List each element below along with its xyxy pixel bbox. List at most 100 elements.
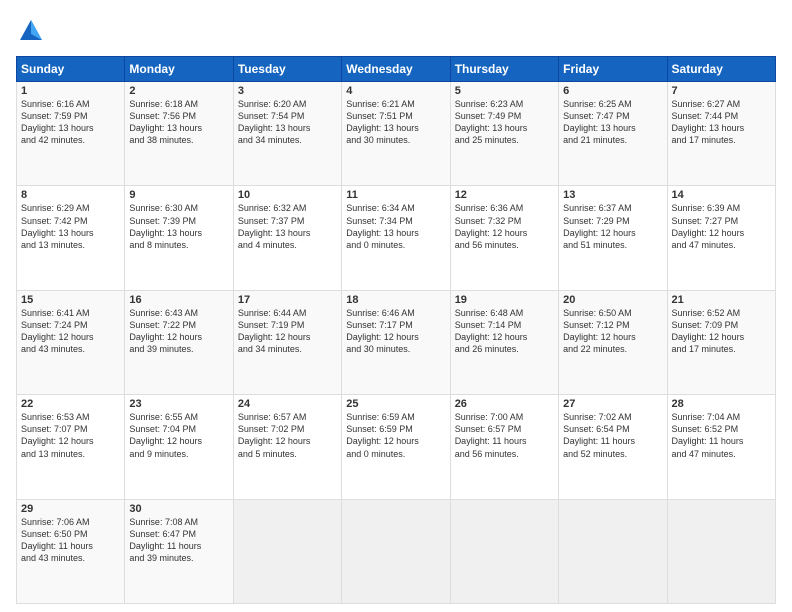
calendar-day-cell: 25Sunrise: 6:59 AM Sunset: 6:59 PM Dayli… bbox=[342, 395, 450, 499]
calendar-day-cell: 26Sunrise: 7:00 AM Sunset: 6:57 PM Dayli… bbox=[450, 395, 558, 499]
calendar-day-cell: 12Sunrise: 6:36 AM Sunset: 7:32 PM Dayli… bbox=[450, 186, 558, 290]
day-info: Sunrise: 6:53 AM Sunset: 7:07 PM Dayligh… bbox=[21, 411, 120, 460]
calendar-day-cell: 24Sunrise: 6:57 AM Sunset: 7:02 PM Dayli… bbox=[233, 395, 341, 499]
day-number: 30 bbox=[129, 503, 228, 515]
day-number: 3 bbox=[238, 85, 337, 97]
day-info: Sunrise: 6:55 AM Sunset: 7:04 PM Dayligh… bbox=[129, 411, 228, 460]
day-number: 29 bbox=[21, 503, 120, 515]
day-number: 20 bbox=[563, 294, 662, 306]
day-info: Sunrise: 6:30 AM Sunset: 7:39 PM Dayligh… bbox=[129, 202, 228, 251]
day-info: Sunrise: 7:04 AM Sunset: 6:52 PM Dayligh… bbox=[672, 411, 771, 460]
day-info: Sunrise: 6:34 AM Sunset: 7:34 PM Dayligh… bbox=[346, 202, 445, 251]
calendar-day-cell bbox=[559, 499, 667, 603]
day-info: Sunrise: 6:57 AM Sunset: 7:02 PM Dayligh… bbox=[238, 411, 337, 460]
day-number: 26 bbox=[455, 398, 554, 410]
day-number: 14 bbox=[672, 189, 771, 201]
calendar-day-cell: 20Sunrise: 6:50 AM Sunset: 7:12 PM Dayli… bbox=[559, 290, 667, 394]
day-info: Sunrise: 7:08 AM Sunset: 6:47 PM Dayligh… bbox=[129, 516, 228, 565]
day-info: Sunrise: 6:37 AM Sunset: 7:29 PM Dayligh… bbox=[563, 202, 662, 251]
calendar-day-cell bbox=[342, 499, 450, 603]
day-number: 22 bbox=[21, 398, 120, 410]
day-number: 7 bbox=[672, 85, 771, 97]
day-info: Sunrise: 6:59 AM Sunset: 6:59 PM Dayligh… bbox=[346, 411, 445, 460]
page: SundayMondayTuesdayWednesdayThursdayFrid… bbox=[0, 0, 792, 612]
calendar-day-cell: 8Sunrise: 6:29 AM Sunset: 7:42 PM Daylig… bbox=[17, 186, 125, 290]
day-number: 28 bbox=[672, 398, 771, 410]
calendar-day-cell: 13Sunrise: 6:37 AM Sunset: 7:29 PM Dayli… bbox=[559, 186, 667, 290]
calendar-header-sunday: Sunday bbox=[17, 57, 125, 82]
day-info: Sunrise: 6:52 AM Sunset: 7:09 PM Dayligh… bbox=[672, 307, 771, 356]
calendar-day-cell: 5Sunrise: 6:23 AM Sunset: 7:49 PM Daylig… bbox=[450, 82, 558, 186]
day-info: Sunrise: 6:41 AM Sunset: 7:24 PM Dayligh… bbox=[21, 307, 120, 356]
calendar-week-row: 15Sunrise: 6:41 AM Sunset: 7:24 PM Dayli… bbox=[17, 290, 776, 394]
calendar-day-cell: 17Sunrise: 6:44 AM Sunset: 7:19 PM Dayli… bbox=[233, 290, 341, 394]
day-number: 17 bbox=[238, 294, 337, 306]
day-info: Sunrise: 6:25 AM Sunset: 7:47 PM Dayligh… bbox=[563, 98, 662, 147]
day-number: 4 bbox=[346, 85, 445, 97]
calendar-day-cell: 2Sunrise: 6:18 AM Sunset: 7:56 PM Daylig… bbox=[125, 82, 233, 186]
day-info: Sunrise: 6:46 AM Sunset: 7:17 PM Dayligh… bbox=[346, 307, 445, 356]
day-info: Sunrise: 6:36 AM Sunset: 7:32 PM Dayligh… bbox=[455, 202, 554, 251]
calendar-day-cell: 6Sunrise: 6:25 AM Sunset: 7:47 PM Daylig… bbox=[559, 82, 667, 186]
calendar-day-cell: 23Sunrise: 6:55 AM Sunset: 7:04 PM Dayli… bbox=[125, 395, 233, 499]
calendar-week-row: 8Sunrise: 6:29 AM Sunset: 7:42 PM Daylig… bbox=[17, 186, 776, 290]
calendar-day-cell: 15Sunrise: 6:41 AM Sunset: 7:24 PM Dayli… bbox=[17, 290, 125, 394]
calendar-header-thursday: Thursday bbox=[450, 57, 558, 82]
day-number: 18 bbox=[346, 294, 445, 306]
day-number: 27 bbox=[563, 398, 662, 410]
day-info: Sunrise: 6:50 AM Sunset: 7:12 PM Dayligh… bbox=[563, 307, 662, 356]
calendar-day-cell: 28Sunrise: 7:04 AM Sunset: 6:52 PM Dayli… bbox=[667, 395, 775, 499]
logo-icon bbox=[16, 16, 46, 46]
day-number: 15 bbox=[21, 294, 120, 306]
day-info: Sunrise: 6:23 AM Sunset: 7:49 PM Dayligh… bbox=[455, 98, 554, 147]
calendar-week-row: 22Sunrise: 6:53 AM Sunset: 7:07 PM Dayli… bbox=[17, 395, 776, 499]
day-info: Sunrise: 7:00 AM Sunset: 6:57 PM Dayligh… bbox=[455, 411, 554, 460]
header bbox=[16, 16, 776, 46]
calendar-day-cell: 9Sunrise: 6:30 AM Sunset: 7:39 PM Daylig… bbox=[125, 186, 233, 290]
calendar-day-cell: 29Sunrise: 7:06 AM Sunset: 6:50 PM Dayli… bbox=[17, 499, 125, 603]
calendar-header-monday: Monday bbox=[125, 57, 233, 82]
calendar-day-cell: 7Sunrise: 6:27 AM Sunset: 7:44 PM Daylig… bbox=[667, 82, 775, 186]
calendar-day-cell: 19Sunrise: 6:48 AM Sunset: 7:14 PM Dayli… bbox=[450, 290, 558, 394]
day-number: 21 bbox=[672, 294, 771, 306]
day-number: 6 bbox=[563, 85, 662, 97]
calendar-header-wednesday: Wednesday bbox=[342, 57, 450, 82]
day-number: 11 bbox=[346, 189, 445, 201]
day-info: Sunrise: 6:43 AM Sunset: 7:22 PM Dayligh… bbox=[129, 307, 228, 356]
day-info: Sunrise: 7:02 AM Sunset: 6:54 PM Dayligh… bbox=[563, 411, 662, 460]
calendar-day-cell bbox=[667, 499, 775, 603]
calendar-day-cell bbox=[450, 499, 558, 603]
day-number: 5 bbox=[455, 85, 554, 97]
calendar-week-row: 1Sunrise: 6:16 AM Sunset: 7:59 PM Daylig… bbox=[17, 82, 776, 186]
calendar-day-cell: 30Sunrise: 7:08 AM Sunset: 6:47 PM Dayli… bbox=[125, 499, 233, 603]
calendar-header-friday: Friday bbox=[559, 57, 667, 82]
day-number: 9 bbox=[129, 189, 228, 201]
day-number: 2 bbox=[129, 85, 228, 97]
day-info: Sunrise: 6:29 AM Sunset: 7:42 PM Dayligh… bbox=[21, 202, 120, 251]
day-info: Sunrise: 6:39 AM Sunset: 7:27 PM Dayligh… bbox=[672, 202, 771, 251]
day-info: Sunrise: 6:32 AM Sunset: 7:37 PM Dayligh… bbox=[238, 202, 337, 251]
day-info: Sunrise: 6:21 AM Sunset: 7:51 PM Dayligh… bbox=[346, 98, 445, 147]
calendar-header-row: SundayMondayTuesdayWednesdayThursdayFrid… bbox=[17, 57, 776, 82]
calendar-day-cell: 14Sunrise: 6:39 AM Sunset: 7:27 PM Dayli… bbox=[667, 186, 775, 290]
day-number: 23 bbox=[129, 398, 228, 410]
day-info: Sunrise: 6:18 AM Sunset: 7:56 PM Dayligh… bbox=[129, 98, 228, 147]
calendar-day-cell: 10Sunrise: 6:32 AM Sunset: 7:37 PM Dayli… bbox=[233, 186, 341, 290]
day-number: 19 bbox=[455, 294, 554, 306]
calendar-day-cell: 22Sunrise: 6:53 AM Sunset: 7:07 PM Dayli… bbox=[17, 395, 125, 499]
day-info: Sunrise: 6:16 AM Sunset: 7:59 PM Dayligh… bbox=[21, 98, 120, 147]
day-number: 1 bbox=[21, 85, 120, 97]
day-number: 16 bbox=[129, 294, 228, 306]
calendar-header-tuesday: Tuesday bbox=[233, 57, 341, 82]
day-number: 12 bbox=[455, 189, 554, 201]
day-number: 13 bbox=[563, 189, 662, 201]
calendar-day-cell: 21Sunrise: 6:52 AM Sunset: 7:09 PM Dayli… bbox=[667, 290, 775, 394]
calendar-day-cell: 3Sunrise: 6:20 AM Sunset: 7:54 PM Daylig… bbox=[233, 82, 341, 186]
calendar-day-cell bbox=[233, 499, 341, 603]
calendar-day-cell: 4Sunrise: 6:21 AM Sunset: 7:51 PM Daylig… bbox=[342, 82, 450, 186]
day-info: Sunrise: 6:20 AM Sunset: 7:54 PM Dayligh… bbox=[238, 98, 337, 147]
day-number: 25 bbox=[346, 398, 445, 410]
calendar-day-cell: 11Sunrise: 6:34 AM Sunset: 7:34 PM Dayli… bbox=[342, 186, 450, 290]
calendar-day-cell: 27Sunrise: 7:02 AM Sunset: 6:54 PM Dayli… bbox=[559, 395, 667, 499]
day-info: Sunrise: 6:48 AM Sunset: 7:14 PM Dayligh… bbox=[455, 307, 554, 356]
